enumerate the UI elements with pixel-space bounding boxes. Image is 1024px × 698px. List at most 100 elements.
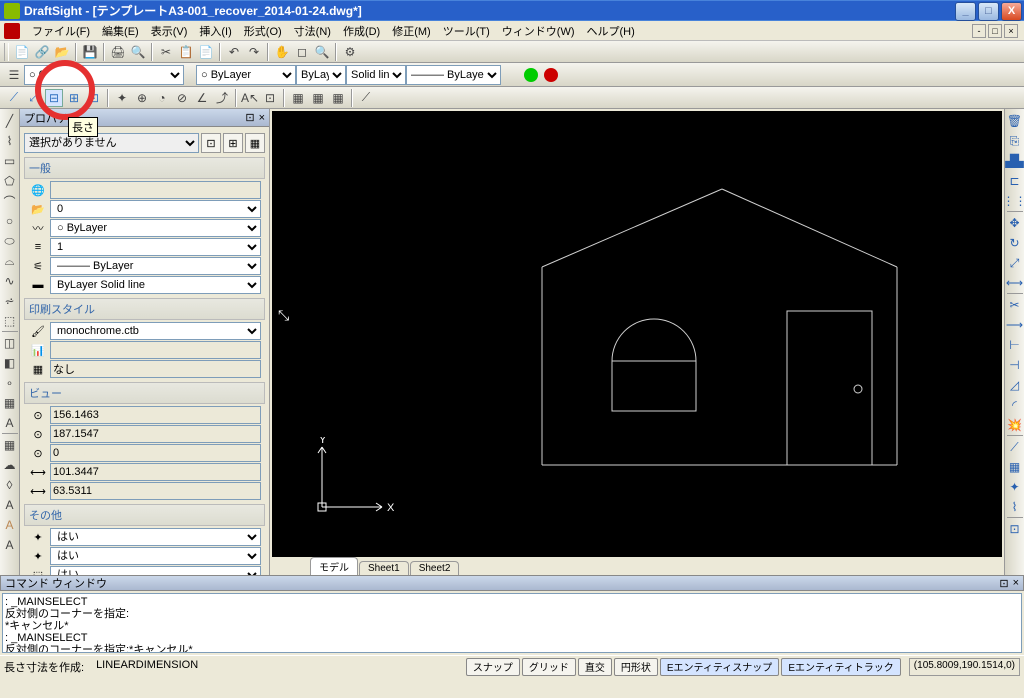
- cloud-button[interactable]: ☁: [1, 456, 19, 474]
- chamfer-button[interactable]: ◿: [1006, 376, 1024, 394]
- cmd-close-button[interactable]: ×: [1013, 577, 1019, 589]
- options-button[interactable]: ⚙: [341, 43, 359, 61]
- dim-oblique-button[interactable]: ⟋: [357, 89, 375, 107]
- extend-button[interactable]: ⟶: [1006, 316, 1024, 334]
- pick-button[interactable]: ⊞: [223, 133, 243, 153]
- ellipse-arc-button[interactable]: ⌓: [1, 252, 19, 270]
- prop-lineweight[interactable]: ByLayer Solid line: [50, 276, 261, 294]
- menu-insert[interactable]: 挿入(I): [193, 21, 237, 41]
- dim-style-button[interactable]: ▦: [329, 89, 347, 107]
- trim-button[interactable]: ✂: [1006, 296, 1024, 314]
- tab-sheet1[interactable]: Sheet1: [359, 561, 409, 575]
- table-button[interactable]: ▦: [1, 436, 19, 454]
- split-button[interactable]: ⊢: [1006, 336, 1024, 354]
- prop-o3[interactable]: はい: [50, 566, 261, 575]
- linestyle-combo[interactable]: Solid line: [346, 65, 406, 85]
- field-button[interactable]: A: [1, 536, 19, 554]
- stretch-button[interactable]: ⟷: [1006, 274, 1024, 292]
- dim-linear-button[interactable]: ⊟: [45, 89, 63, 107]
- rectangle-button[interactable]: ▭: [1, 152, 19, 170]
- tab-sheet2[interactable]: Sheet2: [410, 561, 460, 575]
- minimize-button[interactable]: _: [955, 2, 976, 21]
- delete-button[interactable]: 🗑: [1006, 112, 1024, 130]
- color-combo[interactable]: ○ ByLayer: [196, 65, 296, 85]
- menu-draw[interactable]: 作成(D): [337, 21, 386, 41]
- pan-button[interactable]: ✋: [273, 43, 291, 61]
- layer-combo[interactable]: ○ 0: [24, 65, 184, 85]
- menu-edit[interactable]: 編集(E): [96, 21, 145, 41]
- app-menu-icon[interactable]: [4, 23, 20, 39]
- menu-window[interactable]: ウィンドウ(W): [496, 21, 581, 41]
- dim-smart-button[interactable]: ⟋: [5, 89, 23, 107]
- pattern-button[interactable]: ⋮⋮: [1006, 192, 1024, 210]
- point-button[interactable]: ∘: [1, 374, 19, 392]
- arc-button[interactable]: ⌒: [1, 192, 19, 210]
- prop-o1[interactable]: はい: [50, 528, 261, 546]
- line-button[interactable]: ╱: [1, 112, 19, 130]
- weld-button[interactable]: ⊣: [1006, 356, 1024, 374]
- menu-modify[interactable]: 修正(M): [386, 21, 437, 41]
- region-button[interactable]: ⬚: [1, 312, 19, 330]
- attach-button[interactable]: 🔗: [33, 43, 51, 61]
- dim-baseline-button[interactable]: ⊞: [65, 89, 83, 107]
- rotate-button[interactable]: ↻: [1006, 234, 1024, 252]
- selection-combo[interactable]: 選択がありません: [24, 133, 199, 153]
- prop-printstyle[interactable]: monochrome.ctb: [50, 322, 261, 340]
- block-button[interactable]: ◫: [1, 334, 19, 352]
- paste-button[interactable]: 📄: [197, 43, 215, 61]
- hatch-button[interactable]: ▦: [1, 394, 19, 412]
- calc-button[interactable]: ▦: [245, 133, 265, 153]
- panel-close-button[interactable]: ×: [259, 112, 265, 124]
- scale-button[interactable]: ⤢: [1006, 254, 1024, 272]
- explode-button[interactable]: 💥: [1006, 416, 1024, 434]
- dim-diameter-button[interactable]: ⊕: [133, 89, 151, 107]
- menu-view[interactable]: 表示(V): [145, 21, 194, 41]
- mdi-restore-button[interactable]: □: [988, 24, 1002, 38]
- spline-button[interactable]: ∿: [1, 272, 19, 290]
- text-button[interactable]: A: [1, 414, 19, 432]
- cut-button[interactable]: ✂: [157, 43, 175, 61]
- dim-aligned-button[interactable]: ⤢: [25, 89, 43, 107]
- zoom-button[interactable]: 🔍: [313, 43, 331, 61]
- dim-ordinate-button[interactable]: ⤴: [213, 89, 231, 107]
- edit-polyline-button[interactable]: ⟋: [1006, 438, 1024, 456]
- dim-arc-button[interactable]: ⊘: [173, 89, 191, 107]
- dim-tolerance-button[interactable]: ⊡: [261, 89, 279, 107]
- maximize-button[interactable]: □: [978, 2, 999, 21]
- polygon-button[interactable]: ⬠: [1, 172, 19, 190]
- mdi-close-button[interactable]: ×: [1004, 24, 1018, 38]
- ortho-toggle[interactable]: 直交: [578, 658, 612, 676]
- dim-angular-button[interactable]: ∠: [193, 89, 211, 107]
- offset-button[interactable]: ⊏: [1006, 172, 1024, 190]
- dim-radius-button[interactable]: ◔: [153, 89, 171, 107]
- edit-spline-button[interactable]: ⌇: [1006, 498, 1024, 516]
- menu-help[interactable]: ヘルプ(H): [581, 21, 641, 41]
- command-header[interactable]: コマンド ウィンドウ ⊡ ×: [0, 575, 1024, 591]
- preview-button[interactable]: 🔍: [129, 43, 147, 61]
- toolbar-grip[interactable]: [4, 43, 9, 61]
- undo-button[interactable]: ↶: [225, 43, 243, 61]
- quick-select-button[interactable]: ⊡: [201, 133, 221, 153]
- prop-layer[interactable]: 0: [50, 200, 261, 218]
- mask-button[interactable]: ◊: [1, 476, 19, 494]
- note-button[interactable]: A: [1, 496, 19, 514]
- dim-update-button[interactable]: ▦: [309, 89, 327, 107]
- dim-leader-button[interactable]: A↖: [241, 89, 259, 107]
- etrack-toggle[interactable]: Eエンティティトラック: [781, 658, 900, 676]
- menu-tools[interactable]: ツール(T): [437, 21, 496, 41]
- layer-manager-button[interactable]: ☰: [5, 66, 23, 84]
- prop-color[interactable]: [50, 181, 261, 199]
- move-button[interactable]: ✥: [1006, 214, 1024, 232]
- new-button[interactable]: 📄: [13, 43, 31, 61]
- menu-format[interactable]: 形式(O): [238, 21, 288, 41]
- mdi-minimize-button[interactable]: -: [972, 24, 986, 38]
- menu-dimension[interactable]: 寸法(N): [288, 21, 337, 41]
- redo-button[interactable]: ↷: [245, 43, 263, 61]
- mirror-button[interactable]: ▟▙: [1006, 152, 1024, 170]
- mtext-button[interactable]: A: [1, 516, 19, 534]
- prop-o2[interactable]: はい: [50, 547, 261, 565]
- grid-toggle[interactable]: グリッド: [522, 658, 576, 676]
- spline-fit-button[interactable]: ⩫: [1, 292, 19, 310]
- menu-file[interactable]: ファイル(F): [26, 21, 96, 41]
- esnap-toggle[interactable]: Eエンティティスナップ: [660, 658, 779, 676]
